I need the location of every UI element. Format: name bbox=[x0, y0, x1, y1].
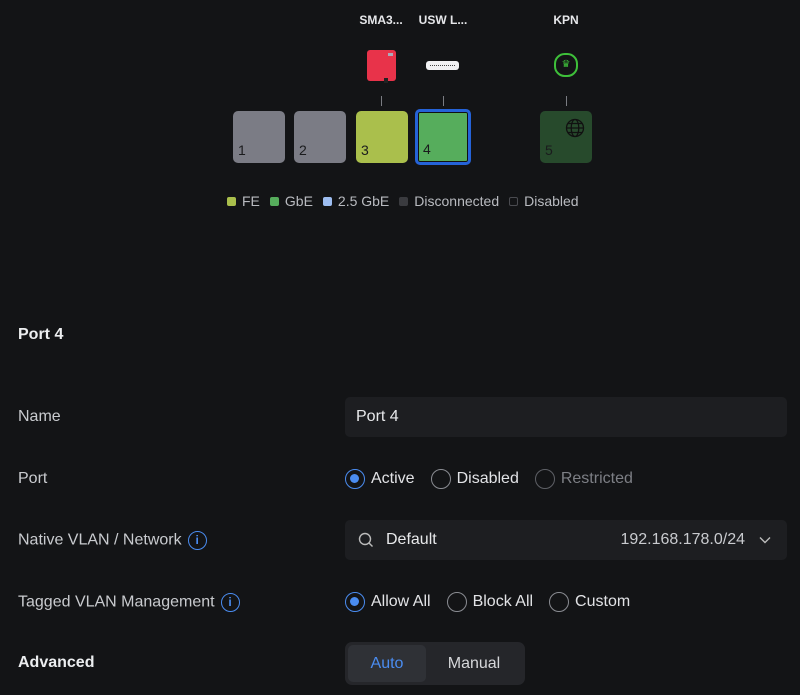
device-label-kpn: KPN bbox=[553, 13, 579, 27]
inverter-device-icon[interactable] bbox=[367, 50, 396, 83]
globe-icon bbox=[565, 118, 585, 138]
radio-label: Block All bbox=[472, 593, 534, 610]
label-text: Native VLAN / Network bbox=[18, 531, 182, 549]
info-icon[interactable]: i bbox=[187, 531, 207, 550]
port-legend: FE GbE 2.5 GbE Disconnected Disabled bbox=[227, 193, 579, 209]
legend-label: Disabled bbox=[524, 193, 579, 209]
legend-label: 2.5 GbE bbox=[337, 193, 390, 209]
native-vlan-label: Native VLAN / Network i bbox=[18, 531, 207, 550]
name-label: Name bbox=[18, 408, 61, 425]
advanced-label: Advanced bbox=[18, 654, 95, 671]
port-restricted-radio[interactable]: Restricted bbox=[534, 469, 633, 489]
chevron-down-icon bbox=[759, 537, 771, 544]
port-4-selected[interactable]: 4 bbox=[415, 109, 471, 165]
label-text: Tagged VLAN Management bbox=[18, 593, 215, 611]
advanced-toggle: Auto Manual bbox=[345, 642, 525, 685]
port-number: 2 bbox=[299, 142, 307, 158]
legend-fe: FE bbox=[227, 193, 260, 209]
info-icon[interactable]: i bbox=[220, 593, 240, 612]
auto-option[interactable]: Auto bbox=[348, 645, 426, 682]
legend-gbe: GbE bbox=[269, 193, 313, 209]
manual-option[interactable]: Manual bbox=[426, 645, 522, 682]
radio-label: Restricted bbox=[560, 470, 633, 487]
connector-line bbox=[381, 96, 382, 106]
port-disabled-radio[interactable]: Disabled bbox=[430, 469, 519, 489]
radio-label: Active bbox=[371, 470, 415, 487]
tagged-vlan-label: Tagged VLAN Management i bbox=[18, 593, 240, 612]
port-5[interactable]: 5 bbox=[540, 111, 592, 163]
connector-line bbox=[566, 96, 567, 106]
port-number: 4 bbox=[423, 141, 431, 157]
kpn-logo-icon[interactable]: ♛ bbox=[554, 53, 578, 77]
radio-label: Disabled bbox=[456, 470, 519, 487]
name-value: Port 4 bbox=[356, 408, 399, 425]
name-input[interactable]: Port 4 bbox=[345, 397, 787, 437]
radio-label: Allow All bbox=[371, 593, 431, 610]
vlan-subnet: 192.168.178.0/24 bbox=[620, 531, 745, 548]
port-number: 1 bbox=[238, 142, 246, 158]
legend-disconnected: Disconnected bbox=[399, 193, 499, 209]
port-label: Port bbox=[18, 470, 48, 487]
legend-2-5-gbe: 2.5 GbE bbox=[322, 193, 390, 209]
custom-radio[interactable]: Custom bbox=[549, 592, 630, 612]
section-title: Port 4 bbox=[18, 326, 64, 343]
device-label-sma: SMA3... bbox=[359, 13, 403, 27]
device-label-usw: USW L... bbox=[418, 13, 468, 27]
legend-disabled: Disabled bbox=[509, 193, 579, 209]
port-1[interactable]: 1 bbox=[233, 111, 285, 163]
legend-label: GbE bbox=[284, 193, 313, 209]
port-active-radio[interactable]: Active bbox=[345, 469, 415, 489]
legend-label: Disconnected bbox=[414, 193, 500, 209]
port-radio-group: Active Disabled Restricted bbox=[345, 469, 633, 489]
connector-line bbox=[443, 96, 444, 106]
radio-label: Custom bbox=[575, 593, 631, 610]
allow-all-radio[interactable]: Allow All bbox=[345, 592, 431, 612]
tagged-radio-group: Allow All Block All Custom bbox=[345, 592, 630, 612]
port-3[interactable]: 3 bbox=[356, 111, 408, 163]
vlan-value: Default bbox=[386, 531, 437, 548]
port-number: 3 bbox=[361, 142, 369, 158]
switch-device-icon[interactable] bbox=[426, 61, 459, 70]
legend-label: FE bbox=[242, 193, 260, 209]
search-icon bbox=[358, 532, 373, 547]
block-all-radio[interactable]: Block All bbox=[446, 592, 534, 612]
port-number: 5 bbox=[545, 142, 553, 158]
port-2[interactable]: 2 bbox=[294, 111, 346, 163]
native-vlan-dropdown[interactable]: Default 192.168.178.0/24 bbox=[345, 520, 787, 560]
